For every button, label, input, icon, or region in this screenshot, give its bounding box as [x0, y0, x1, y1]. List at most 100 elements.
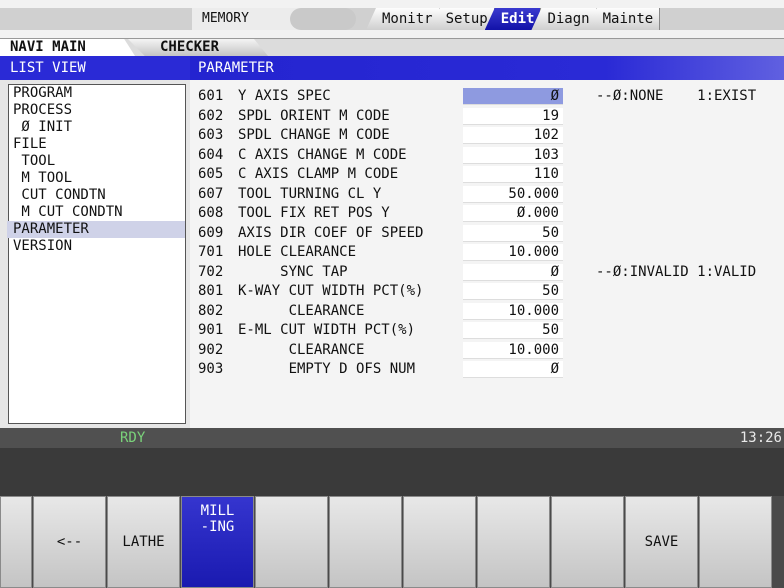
- param-name: K-WAY CUT WIDTH PCT(%): [238, 283, 424, 299]
- parameter-row: 603 SPDL CHANGE M CODE 102: [198, 127, 784, 144]
- tab-monitr[interactable]: Monitr: [366, 8, 440, 30]
- param-number: 607: [198, 185, 224, 202]
- param-name: Y AXIS SPEC: [238, 88, 331, 104]
- param-number: 801: [198, 283, 224, 299]
- parameter-row: 901 E-ML CUT WIDTH PCT(%) 50: [198, 322, 784, 339]
- function-key-8[interactable]: [551, 496, 624, 588]
- param-name: SPDL CHANGE M CODE: [238, 127, 390, 143]
- param-name: E-ML CUT WIDTH PCT(%): [238, 322, 416, 338]
- param-name: C AXIS CHANGE M CODE: [238, 146, 407, 163]
- list-item[interactable]: FILE: [9, 136, 185, 153]
- message-area: [0, 448, 784, 496]
- param-name: TOOL FIX RET POS Y: [238, 205, 390, 221]
- parameter-row: 701 HOLE CLEARANCE 10.000: [198, 244, 784, 261]
- param-number: 608: [198, 205, 224, 221]
- function-key-1[interactable]: <--: [33, 496, 106, 588]
- memory-label: MEMORY: [202, 11, 249, 26]
- function-key-10[interactable]: [699, 496, 772, 588]
- function-key-7[interactable]: [477, 496, 550, 588]
- param-value[interactable]: 10.000: [463, 302, 563, 320]
- param-value[interactable]: 19: [463, 107, 563, 125]
- parameter-row: 802 CLEARANCE 10.000: [198, 302, 784, 320]
- param-value[interactable]: Ø: [463, 361, 563, 378]
- tab-setup[interactable]: Setup: [429, 8, 495, 30]
- status-bar: RDY 13:26: [0, 428, 784, 448]
- sub-tab-row: CHECKER NAVI MAIN: [0, 38, 784, 56]
- parameter-row: 609 AXIS DIR COEF OF SPEED 50: [198, 224, 784, 242]
- param-value[interactable]: 10.000: [463, 341, 563, 359]
- list-item[interactable]: CUT CONDTN: [9, 187, 185, 204]
- param-value[interactable]: 50: [463, 283, 563, 300]
- param-name: SPDL ORIENT M CODE: [238, 107, 390, 124]
- param-name: EMPTY D OFS NUM: [238, 361, 416, 377]
- param-name: CLEARANCE: [238, 302, 365, 319]
- list-item[interactable]: PROGRAM: [9, 85, 185, 102]
- param-number: 901: [198, 322, 224, 338]
- param-value[interactable]: Ø: [463, 88, 563, 105]
- function-key-5[interactable]: [329, 496, 402, 588]
- param-value[interactable]: 50.000: [463, 185, 563, 203]
- param-number: 603: [198, 127, 224, 143]
- param-value[interactable]: 50: [463, 322, 563, 339]
- parameter-row: 902 CLEARANCE 10.000: [198, 341, 784, 359]
- param-number: 902: [198, 341, 224, 358]
- tab-edit[interactable]: Edit: [484, 8, 542, 30]
- param-name: C AXIS CLAMP M CODE: [238, 166, 399, 182]
- parameter-row: 602 SPDL ORIENT M CODE 19: [198, 107, 784, 125]
- param-number: 602: [198, 107, 224, 124]
- list-view-panel: LIST VIEW PROGRAM PROCESS Ø INIT FILE TOOL…: [0, 56, 190, 428]
- param-number: 701: [198, 244, 224, 260]
- tab-navi-main[interactable]: NAVI MAIN: [0, 39, 135, 56]
- list-view-box: PROGRAM PROCESS Ø INIT FILE TOOL M TOOL CU…: [7, 84, 186, 424]
- list-item[interactable]: PROCESS: [9, 102, 185, 119]
- param-name: SYNC TAP: [238, 263, 348, 280]
- top-bar: MEMORY Monitr Setup Edit Diagn Mainte: [0, 0, 784, 38]
- tab-checker[interactable]: CHECKER: [128, 39, 268, 56]
- parameter-row: 607 TOOL TURNING CL Y 50.000: [198, 185, 784, 203]
- list-item[interactable]: TOOL: [9, 153, 185, 170]
- param-number: 802: [198, 302, 224, 319]
- parameter-row: 604 C AXIS CHANGE M CODE 103: [198, 146, 784, 164]
- param-value[interactable]: Ø.000: [463, 205, 563, 222]
- list-item[interactable]: M TOOL: [9, 170, 185, 187]
- param-number: 903: [198, 361, 224, 377]
- memory-pill: [290, 8, 356, 30]
- parameter-panel: PARAMETER 601 Y AXIS SPEC Ø --Ø:NONE 1:EXIS…: [190, 56, 784, 477]
- parameter-row: 903 EMPTY D OFS NUM Ø: [198, 361, 784, 378]
- param-value[interactable]: Ø: [463, 263, 563, 281]
- param-value[interactable]: 103: [463, 146, 563, 164]
- list-item[interactable]: VERSION: [9, 238, 185, 255]
- list-item[interactable]: PARAMETER: [7, 221, 185, 238]
- list-item[interactable]: M CUT CONDTN: [9, 204, 185, 221]
- param-number: 609: [198, 224, 224, 241]
- function-key-9[interactable]: SAVE: [625, 496, 698, 588]
- ready-status: RDY: [120, 430, 146, 446]
- param-number: 604: [198, 146, 224, 163]
- list-view-title: LIST VIEW: [0, 56, 190, 80]
- function-key-2[interactable]: LATHE: [107, 496, 180, 588]
- list-item[interactable]: Ø INIT: [9, 119, 185, 136]
- function-key-3[interactable]: MILL -ING: [181, 496, 254, 588]
- param-value[interactable]: 102: [463, 127, 563, 144]
- param-name: AXIS DIR COEF OF SPEED: [238, 224, 424, 241]
- parameter-row: 801 K-WAY CUT WIDTH PCT(%) 50: [198, 283, 784, 300]
- function-key-0[interactable]: [0, 496, 32, 588]
- clock: 13:26: [739, 430, 782, 446]
- parameter-row: 601 Y AXIS SPEC Ø --Ø:NONE 1:EXIST: [198, 88, 784, 105]
- function-key-4[interactable]: [255, 496, 328, 588]
- parameter-row: 608 TOOL FIX RET POS Y Ø.000: [198, 205, 784, 222]
- param-number: 702: [198, 263, 224, 280]
- tab-diagn[interactable]: Diagn: [531, 8, 597, 30]
- parameter-title: PARAMETER: [190, 56, 784, 80]
- function-key-6[interactable]: [403, 496, 476, 588]
- param-value[interactable]: 50: [463, 224, 563, 242]
- param-name: HOLE CLEARANCE: [238, 244, 357, 260]
- tab-mainte[interactable]: Mainte: [586, 8, 661, 30]
- param-note: --Ø:INVALID 1:VALID: [596, 263, 757, 280]
- param-value[interactable]: 10.000: [463, 244, 563, 261]
- param-name: TOOL TURNING CL Y: [238, 185, 382, 202]
- param-value[interactable]: 110: [463, 166, 563, 183]
- parameter-row: 605 C AXIS CLAMP M CODE 110: [198, 166, 784, 183]
- parameter-row: 702 SYNC TAP Ø --Ø:INVALID 1:VALID: [198, 263, 784, 281]
- param-name: CLEARANCE: [238, 341, 365, 358]
